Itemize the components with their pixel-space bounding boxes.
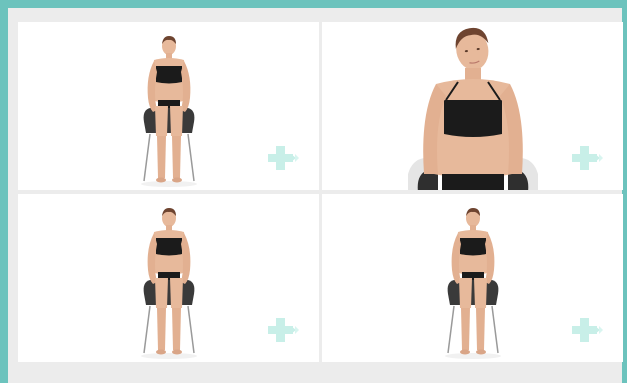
plus-arrow-icon[interactable] bbox=[571, 144, 603, 172]
plus-arrow-icon[interactable] bbox=[571, 316, 603, 344]
exercise-tile[interactable] bbox=[18, 194, 319, 362]
seated-woman-closeup-image bbox=[407, 27, 538, 190]
exercise-tile[interactable] bbox=[322, 22, 623, 190]
seated-woman-image bbox=[140, 36, 197, 187]
seated-woman-image bbox=[444, 208, 501, 359]
exercise-tile[interactable] bbox=[18, 22, 319, 190]
exercise-grid-frame bbox=[8, 8, 623, 383]
plus-arrow-icon[interactable] bbox=[267, 316, 299, 344]
exercise-tile[interactable] bbox=[322, 194, 623, 362]
seated-woman-image bbox=[140, 208, 197, 359]
plus-arrow-icon[interactable] bbox=[267, 144, 299, 172]
exercise-grid bbox=[18, 22, 623, 371]
